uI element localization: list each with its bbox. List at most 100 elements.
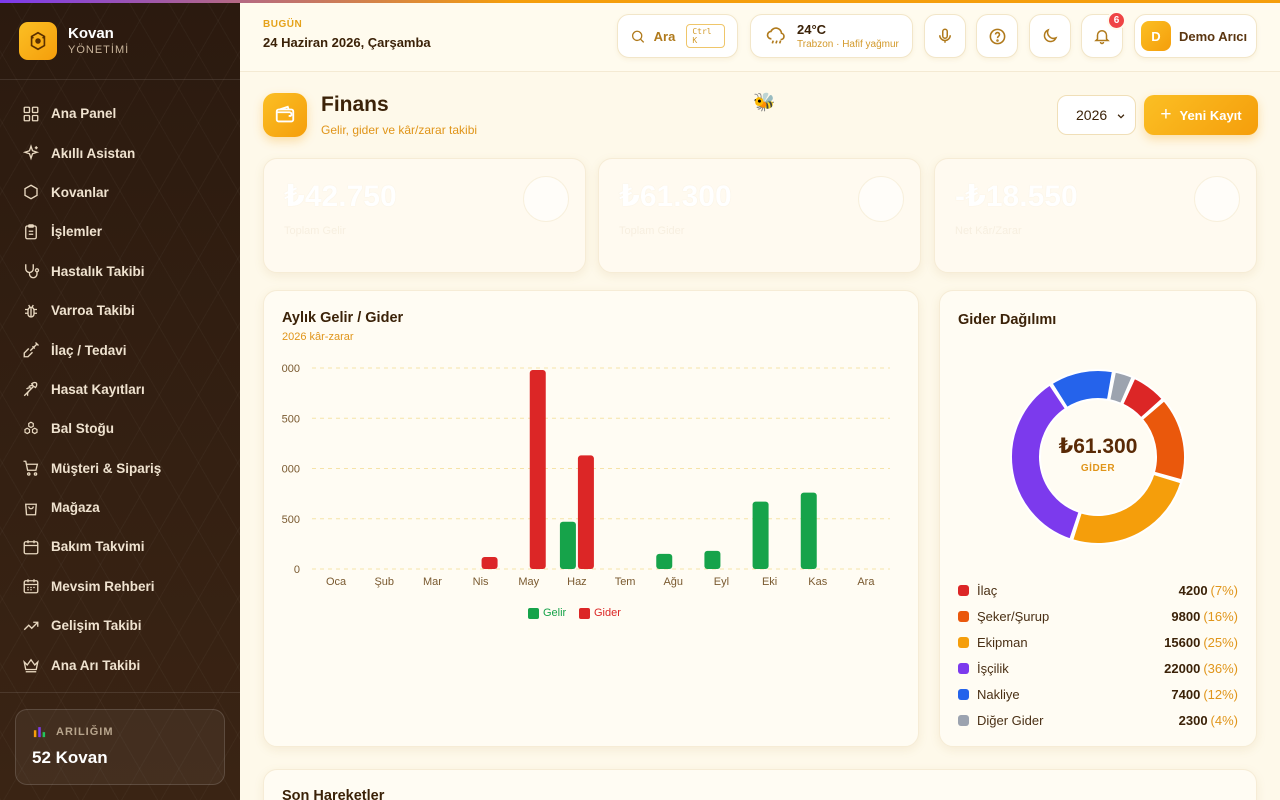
x-tick-label: Ara [857,576,875,588]
search-button[interactable]: Ara Ctrl K [617,14,738,58]
donut-center-value: ₺61.300 [1058,435,1138,458]
legend-value: 15600 [1164,634,1201,650]
legend-swatch [958,714,969,726]
expense-legend-iscilik: İşçilik 22000 (36%) [958,658,1238,678]
legend-gider[interactable]: Gider [579,607,621,619]
legend-value: 4200 [1178,582,1208,598]
sidebar-item-kovanlar[interactable]: Kovanlar [0,173,240,212]
legend-value: 9800 [1171,608,1201,624]
x-tick-label: Tem [615,576,636,588]
stat-value: ₺61.300 [619,180,732,213]
search-shortcut: Ctrl K [686,24,725,48]
wallet-icon [263,93,307,137]
bar-gider-5[interactable] [577,455,594,569]
top-header: BUGÜN 24 Haziran 2026, Çarşamba Ara Ctrl… [240,3,1280,72]
legend-gelir[interactable]: Gelir [528,607,566,619]
x-tick-label: Mar [423,576,442,588]
weather-description: Trabzon · Hafif yağmur [797,39,899,50]
new-record-label: Yeni Kayıt [1179,107,1242,123]
sidebar-item-label: İlaç / Tedavi [51,342,127,358]
sidebar-item-varroa-takibi[interactable]: Varroa Takibi [0,291,240,330]
sidebar-item-akilli-asistan[interactable]: Akıllı Asistan [0,133,240,172]
sidebar-item-ana-panel[interactable]: Ana Panel [0,94,240,133]
sidebar-item-label: Hastalık Takibi [51,263,145,279]
stat-value: -₺18.550 [955,180,1078,213]
sidebar-item-bal-stogu[interactable]: Bal Stoğu [0,409,240,448]
bug-icon [25,304,37,318]
sidebar-item-gelisim-takibi[interactable]: Gelişim Takibi [0,606,240,645]
new-record-button[interactable]: + Yeni Kayıt [1144,95,1258,135]
sidebar: Kovan YÖNETİMİ Ana Panel Akıllı Asistan … [0,0,240,800]
sidebar-item-label: Mağaza [51,500,100,516]
stat-card-total-expense: ₺61.300 Toplam Gider [598,158,921,273]
voice-button[interactable] [924,14,966,58]
legend-percent: (7%) [1210,582,1238,598]
stat-label: Net Kâr/Zarar [955,225,1022,237]
bar-gelir-8[interactable] [704,550,721,569]
donut-slice-2[interactable] [1071,472,1183,545]
stat-value: ₺42.750 [284,180,397,213]
sidebar-item-bakim-takvimi[interactable]: Bakım Takvimi [0,527,240,566]
user-menu-button[interactable]: D Demo Arıcı [1134,14,1257,58]
weather-widget[interactable]: 24°C Trabzon · Hafif yağmur [750,14,913,58]
expense-legend-ekipman: Ekipman 15600 (25%) [958,632,1238,652]
chart-bars-icon [33,727,46,738]
legend-name: Nakliye [977,686,1020,702]
bar-gider-3[interactable] [481,556,498,569]
bar-chart-subtitle: 2026 kâr-zarar [282,331,354,343]
y-tick-label: 0 [294,564,300,576]
sidebar-item-label: Akıllı Asistan [51,145,136,161]
sidebar-item-magaza[interactable]: Mağaza [0,488,240,527]
wheat-icon [23,382,38,397]
cart-icon [23,460,39,477]
sidebar-item-islemler[interactable]: İşlemler [0,212,240,251]
y-tick-label: 000 [282,363,300,375]
year-select[interactable]: 2026 [1057,95,1136,135]
page-subtitle: Gelir, gider ve kâr/zarar takibi [321,123,478,137]
bar-gelir-7[interactable] [656,553,673,569]
user-name: Demo Arıcı [1179,28,1248,44]
brand[interactable]: Kovan YÖNETİMİ [19,22,129,60]
legend-value: 22000 [1164,660,1201,676]
help-circle-icon [989,28,1005,44]
bar-gelir-5[interactable] [559,521,576,569]
stat-label: Toplam Gelir [284,225,346,237]
sidebar-item-label: Kovanlar [51,184,109,200]
x-tick-label: Haz [567,576,587,588]
expense-legend-seker: Şeker/Şurup 9800 (16%) [958,606,1238,626]
search-icon [631,30,645,43]
bell-icon [1094,30,1110,45]
sidebar-item-musteri-siparis[interactable]: Müşteri & Sipariş [0,449,240,488]
legend-name: Diğer Gider [977,712,1044,728]
legend-name: İşçilik [977,660,1009,676]
sidebar-item-ilac-tedavi[interactable]: İlaç / Tedavi [0,330,240,369]
today-label: BUGÜN [263,19,303,30]
legend-swatch [958,688,969,700]
plus-icon: + [1160,104,1172,125]
bee-mascot-icon: 🐝 [753,92,776,112]
sidebar-item-hasat-kayitlari[interactable]: Hasat Kayıtları [0,370,240,409]
bar-gelir-10[interactable] [800,492,817,569]
legend-swatch [958,662,969,674]
notification-count-badge: 6 [1107,11,1126,30]
calendar-icon [23,540,39,555]
brand-subtitle: YÖNETİMİ [68,44,130,56]
bar-gelir-9[interactable] [752,501,769,569]
bar-gider-4[interactable] [529,370,546,569]
sidebar-item-mevsim-rehberi[interactable]: Mevsim Rehberi [0,567,240,606]
scale-icon [1194,176,1240,222]
sidebar-item-hastalik-takibi[interactable]: Hastalık Takibi [0,252,240,291]
help-button[interactable] [976,14,1018,58]
notifications-button[interactable]: 6 [1081,11,1126,58]
legend-swatch [528,607,539,619]
honeycomb-icon [24,421,38,435]
sparkle-icon [22,144,40,161]
theme-toggle-button[interactable] [1029,14,1071,58]
sidebar-item-ana-ari-takibi[interactable]: Ana Arı Takibi [0,645,240,684]
microphone-icon [939,28,951,43]
avatar: D [1141,21,1171,51]
legend-percent: (4%) [1210,712,1238,728]
apiary-summary-card[interactable]: ARILIĞIM 52 Kovan [15,709,225,785]
sidebar-item-label: Gelişim Takibi [51,618,142,634]
page-title: Finans [321,93,389,116]
